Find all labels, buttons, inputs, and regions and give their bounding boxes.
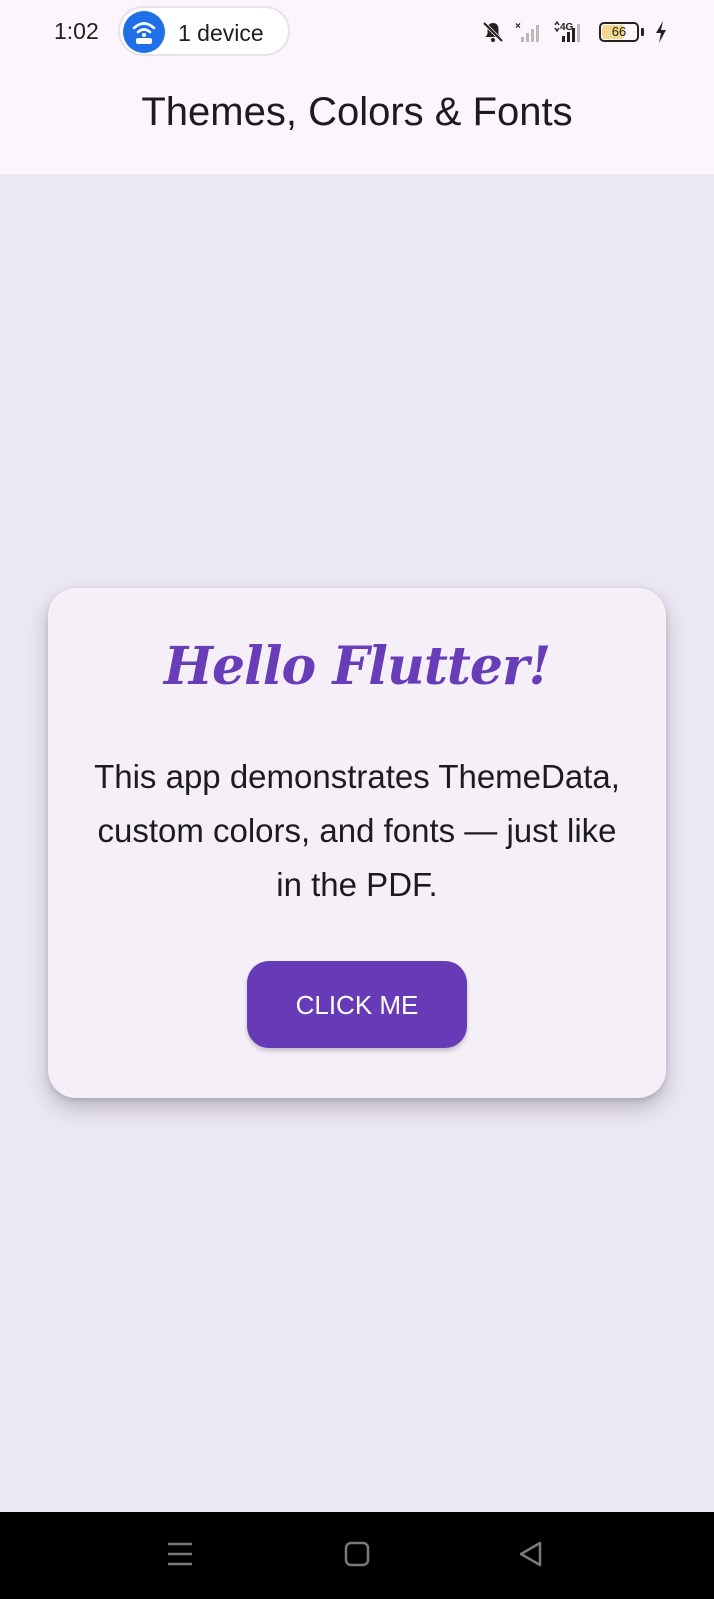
battery-level: 66 [611, 24, 627, 39]
svg-text:4G: 4G [560, 22, 574, 33]
battery-icon: 66 [599, 22, 639, 42]
wifi-hotspot-icon [123, 11, 165, 53]
hotspot-pill[interactable]: 1 device [118, 6, 290, 56]
hotspot-label: 1 device [178, 20, 264, 46]
charging-icon [656, 21, 666, 43]
status-bar: 1:02 1 device × 4G 66 [0, 0, 714, 66]
status-icons: × 4G 66 [481, 18, 668, 46]
app-bar: Themes, Colors & Fonts [0, 66, 714, 174]
main-content: Hello Flutter! This app demonstrates The… [0, 174, 714, 1512]
menu-icon[interactable] [158, 1532, 202, 1576]
battery-cap [641, 28, 644, 36]
card-body-text: This app demonstrates ThemeData, custom … [94, 758, 620, 903]
home-icon[interactable] [335, 1532, 379, 1576]
svg-text:×: × [515, 21, 521, 32]
back-icon[interactable] [509, 1532, 553, 1576]
signal-4g-icon: 4G [554, 20, 580, 42]
signal-x-icon: × [515, 21, 539, 42]
mute-icon [482, 21, 504, 43]
page-title: Themes, Colors & Fonts [141, 90, 573, 134]
system-nav-bar [0, 1512, 714, 1599]
card-heading: Hello Flutter! [163, 636, 551, 697]
status-time: 1:02 [54, 18, 99, 44]
click-me-button[interactable]: CLICK ME [247, 961, 467, 1048]
info-card: Hello Flutter! This app demonstrates The… [48, 588, 666, 1098]
